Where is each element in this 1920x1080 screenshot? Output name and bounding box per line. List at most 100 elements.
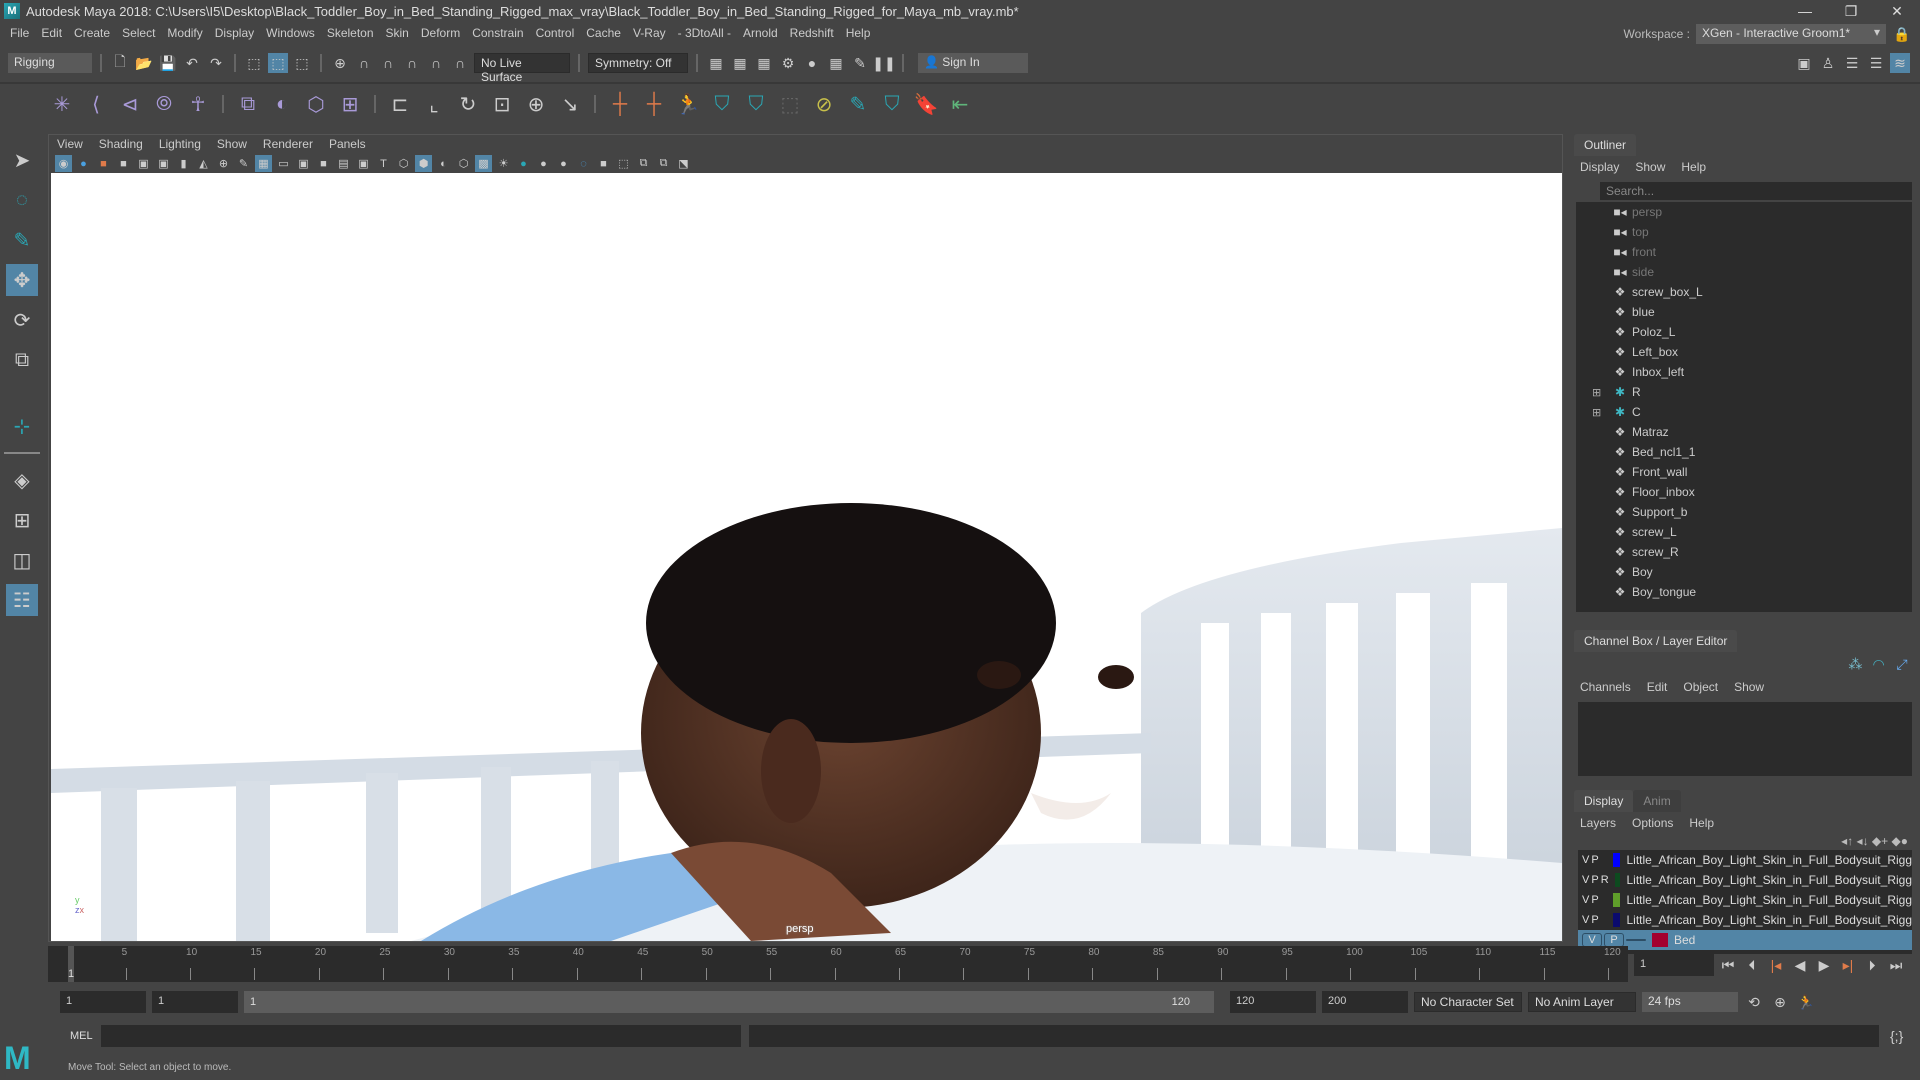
go-to-end-icon[interactable]: ⏭ <box>1886 955 1906 975</box>
grid-icon[interactable]: ▦ <box>255 155 272 172</box>
open-scene-icon[interactable]: 📂 <box>134 53 154 73</box>
outliner-menu-display[interactable]: Display <box>1580 160 1619 174</box>
go-to-start-icon[interactable]: ⏮ <box>1718 955 1738 975</box>
menu-edit[interactable]: Edit <box>41 26 62 40</box>
menu-skeleton[interactable]: Skeleton <box>327 26 374 40</box>
anim-prefs-icon[interactable]: 🏃 <box>1796 992 1816 1012</box>
menu-skin[interactable]: Skin <box>386 26 409 40</box>
safe-action-icon[interactable]: ▣ <box>355 155 372 172</box>
menu-display[interactable]: Display <box>215 26 254 40</box>
default-material-icon[interactable]: ◐ <box>435 155 452 172</box>
cluster-icon[interactable]: ◐ <box>268 90 296 118</box>
pause-icon[interactable]: ❚❚ <box>872 53 895 73</box>
outliner-layout-icon[interactable]: ☷ <box>6 584 38 616</box>
bookmark-icon[interactable]: ■ <box>95 155 112 172</box>
camera-attributes-icon[interactable]: ● <box>75 155 92 172</box>
playback-toggle[interactable]: P <box>1604 933 1624 947</box>
layer-remove-icon[interactable]: ⊘ <box>810 90 838 118</box>
grease-pencil-icon[interactable]: ✎ <box>235 155 252 172</box>
minimize-button[interactable]: — <box>1782 0 1828 22</box>
reference-toggle[interactable] <box>1626 939 1646 941</box>
outliner-item[interactable]: ⊞■◂side <box>1576 262 1912 282</box>
maya-m-icon-3[interactable]: ⛉ <box>878 90 906 118</box>
layer-color-swatch[interactable] <box>1614 873 1621 887</box>
joint-tool-icon[interactable]: ✳ <box>48 90 76 118</box>
character-run-icon[interactable]: 🏃 <box>674 90 702 118</box>
character-controls-icon[interactable]: ♙ <box>1818 53 1838 73</box>
ik-handle-icon[interactable]: ⟨ <box>82 90 110 118</box>
render-view-icon[interactable]: ▦ <box>706 53 726 73</box>
play-backward-icon[interactable]: ◀ <box>1790 955 1810 975</box>
scale-constraint-icon[interactable]: ⊡ <box>488 90 516 118</box>
depth-of-field-icon[interactable]: ■ <box>595 155 612 172</box>
light-editor-icon[interactable]: ✎ <box>850 53 870 73</box>
step-back-frame-icon[interactable]: |◂ <box>1766 955 1786 975</box>
snap-live-icon[interactable]: ∩ <box>426 53 446 73</box>
snap-grid-icon[interactable]: ⊕ <box>330 53 350 73</box>
lock-icon[interactable]: 🔒 <box>1892 24 1912 44</box>
modeling-toolkit-icon[interactable]: ▣ <box>1794 53 1814 73</box>
fps-dropdown[interactable]: 24 fps <box>1642 992 1738 1012</box>
select-camera-icon[interactable]: ◉ <box>55 155 72 172</box>
outliner-item[interactable]: ⊞❖screw_R <box>1576 542 1912 562</box>
isolate-select-icon[interactable]: ⬚ <box>615 155 632 172</box>
insert-joint-icon[interactable]: ⇤ <box>946 90 974 118</box>
command-input[interactable] <box>100 1025 741 1047</box>
textured-icon[interactable]: ▩ <box>475 155 492 172</box>
outliner-item[interactable]: ⊞❖Bed_ncl1_1 <box>1576 442 1912 462</box>
outliner-item[interactable]: ⊞❖Left_box <box>1576 342 1912 362</box>
animation-start-field[interactable]: 1 <box>60 991 146 1013</box>
viewport-menu-view[interactable]: View <box>57 137 83 151</box>
playback-toggle[interactable]: P <box>1591 914 1598 926</box>
time-slider[interactable]: 1 5 10 15 20 25 30 35 40 45 50 55 60 65 70 75 80 85 90 95 1… <box>48 946 1628 982</box>
sign-in-dropdown[interactable]: 👤 Sign In <box>918 53 1028 73</box>
layer-tab-display[interactable]: Display <box>1574 790 1634 812</box>
menu-deform[interactable]: Deform <box>421 26 460 40</box>
safe-title-icon[interactable]: T <box>375 155 392 172</box>
play-forward-icon[interactable]: ▶ <box>1814 955 1834 975</box>
field-chart-icon[interactable]: ▤ <box>335 155 352 172</box>
layer-color-swatch[interactable] <box>1613 853 1621 867</box>
workspace-dropdown[interactable]: XGen - Interactive Groom1* <box>1696 24 1886 44</box>
layer-row[interactable]: V P Little_African_Boy_Light_Skin_in_Full_… <box>1578 850 1912 870</box>
key-tangent-icon[interactable]: ┼ <box>606 90 634 118</box>
move-tool-icon[interactable]: ✥ <box>6 264 38 296</box>
image-plane-icon[interactable]: ◭ <box>195 155 212 172</box>
visibility-toggle[interactable]: V <box>1582 933 1602 947</box>
orient-constraint-icon[interactable]: ↻ <box>454 90 482 118</box>
attribute-editor-icon[interactable]: ☰ <box>1842 53 1862 73</box>
outliner-item[interactable]: ⊞❖Boy <box>1576 562 1912 582</box>
outliner-item[interactable]: ⊞■◂front <box>1576 242 1912 262</box>
playback-toggle[interactable]: P <box>1591 854 1598 866</box>
script-editor-icon[interactable]: {;} <box>1887 1026 1907 1046</box>
menu-windows[interactable]: Windows <box>266 26 315 40</box>
save-scene-icon[interactable]: 💾 <box>158 53 178 73</box>
paint-select-icon[interactable]: ✎ <box>844 90 872 118</box>
xray-joints-icon[interactable]: ⧉ <box>655 155 672 172</box>
wrap-icon[interactable]: ⬡ <box>302 90 330 118</box>
menu-3dtoall[interactable]: - 3DtoAll - <box>678 26 731 40</box>
viewport-menu-show[interactable]: Show <box>217 137 247 151</box>
humanik-icon[interactable]: ☥ <box>184 90 212 118</box>
wireframe-on-shaded-icon[interactable]: ⬡ <box>455 155 472 172</box>
scale-attr-icon[interactable]: ⤢ <box>1892 654 1912 674</box>
ipr-render-icon[interactable]: ▦ <box>754 53 774 73</box>
render-current-icon[interactable]: ▦ <box>730 53 750 73</box>
channel-box-tab[interactable]: Channel Box / Layer Editor <box>1574 630 1738 652</box>
move-layer-up-icon[interactable]: ◂↑ <box>1841 834 1853 848</box>
character-set-dropdown[interactable]: No Character Set <box>1414 992 1522 1012</box>
parent-constraint-icon[interactable]: ⊏ <box>386 90 414 118</box>
visibility-toggle[interactable]: V <box>1582 914 1589 926</box>
motion-blur-icon[interactable]: ● <box>555 155 572 172</box>
rotate-tool-icon[interactable]: ⟳ <box>6 304 38 336</box>
outliner-item[interactable]: ⊞❖Poloz_L <box>1576 322 1912 342</box>
channel-box-icon[interactable]: ≋ <box>1890 53 1910 73</box>
layer-menu-help[interactable]: Help <box>1689 816 1714 830</box>
pole-vector-icon[interactable]: ↘ <box>556 90 584 118</box>
move-layer-down-icon[interactable]: ◂↓ <box>1857 834 1869 848</box>
outliner-item[interactable]: ⊞ ✱ C <box>1576 402 1912 422</box>
lattice-icon[interactable]: ⧉ <box>234 90 262 118</box>
layer-menu-layers[interactable]: Layers <box>1580 816 1616 830</box>
point-constraint-icon[interactable]: ⌞ <box>420 90 448 118</box>
lasso-tool-icon[interactable]: ◌ <box>6 184 38 216</box>
